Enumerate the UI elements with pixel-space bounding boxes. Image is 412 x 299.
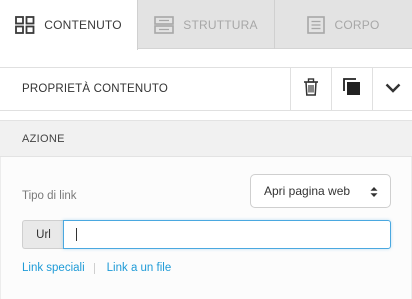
tab-label: CORPO — [334, 17, 380, 32]
special-links-link[interactable]: Link speciali — [22, 262, 85, 274]
tab-struttura[interactable]: STRUTTURA — [138, 0, 275, 49]
tab-corpo[interactable]: CORPO — [275, 0, 412, 49]
duplicate-button[interactable] — [331, 67, 372, 111]
trash-icon — [303, 77, 319, 101]
chevron-down-icon — [385, 80, 401, 98]
link-options: Link speciali Link a un file — [22, 262, 171, 274]
tab-contenuto[interactable]: CONTENUTO — [0, 0, 138, 50]
collapse-button[interactable] — [372, 67, 412, 111]
delete-button[interactable] — [290, 67, 331, 111]
tab-bar: CONTENUTO STRUTTURA CORPO — [0, 0, 412, 50]
rows-icon — [154, 15, 175, 34]
link-type-label: Tipo di link — [22, 190, 77, 202]
section-azione[interactable]: AZIONE — [0, 120, 412, 157]
tab-label: CONTENUTO — [44, 18, 122, 32]
duplicate-icon — [343, 77, 361, 101]
grid-icon — [15, 16, 35, 34]
link-type-select[interactable]: Apri pagina web — [250, 174, 391, 208]
url-input[interactable] — [63, 220, 391, 249]
content-properties-title: PROPRIETÀ CONTENUTO — [22, 83, 169, 95]
url-label: Url — [22, 220, 64, 249]
document-icon — [307, 15, 326, 34]
link-type-value: Apri pagina web — [264, 184, 351, 198]
content-properties-header: PROPRIETÀ CONTENUTO — [0, 67, 412, 111]
link-divider — [93, 262, 95, 274]
select-arrows-icon — [370, 186, 378, 201]
file-link-link[interactable]: Link a un file — [107, 262, 172, 274]
tab-label: STRUTTURA — [183, 17, 258, 32]
section-title: AZIONE — [22, 132, 65, 145]
text-cursor — [76, 228, 77, 241]
